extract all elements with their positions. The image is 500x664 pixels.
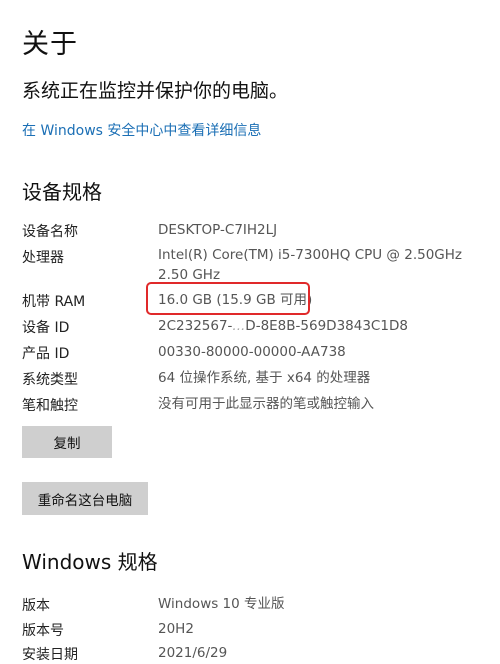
spec-label-ram: 机带 RAM [22,294,86,310]
spec-label-system-type: 系统类型 [22,372,78,388]
spec-label-processor: 处理器 [22,250,64,266]
spec-label-device-id: 设备 ID [22,320,70,336]
device-id-start: 2C232567- [158,318,233,334]
spec-value-system-type: 64 位操作系统, 基于 x64 的处理器 [158,370,371,386]
windows-specs-heading: Windows 规格 [22,550,158,574]
win-value-install-date: 2021/6/29 [158,645,228,661]
spec-label-product-id: 产品 ID [22,346,70,362]
spec-value-device-name: DESKTOP-C7IH2LJ [158,222,278,238]
processor-line-1: Intel(R) Core(TM) i5-7300HQ CPU @ 2.50GH… [158,247,462,263]
win-value-edition: Windows 10 专业版 [158,596,285,612]
win-value-version: 20H2 [158,621,194,637]
protection-status-text: 系统正在监控并保护你的电脑。 [22,80,289,102]
win-label-edition: 版本 [22,598,50,614]
copy-button[interactable]: 复制 [22,426,112,458]
device-specs-heading: 设备规格 [22,180,102,204]
rename-pc-button[interactable]: 重命名这台电脑 [22,482,148,515]
win-label-install-date: 安装日期 [22,647,78,663]
ram-highlight-box [146,282,310,315]
spec-label-device-name: 设备名称 [22,224,78,240]
spec-value-pen-touch: 没有可用于此显示器的笔或触控输入 [158,396,374,412]
spec-value-processor: Intel(R) Core(TM) i5-7300HQ CPU @ 2.50GH… [158,245,478,285]
win-label-version: 版本号 [22,623,64,639]
device-id-obscured: ... [232,318,246,334]
spec-value-device-id: 2C232567-...D-8E8B-569D3843C1D8 [158,316,478,336]
device-id-end: D-8E8B-569D3843C1D8 [245,318,408,334]
security-center-link[interactable]: 在 Windows 安全中心中查看详细信息 [22,120,261,140]
spec-label-pen-touch: 笔和触控 [22,398,78,414]
spec-value-product-id: 00330-80000-00000-AA738 [158,344,346,360]
page-title: 关于 [22,29,78,60]
